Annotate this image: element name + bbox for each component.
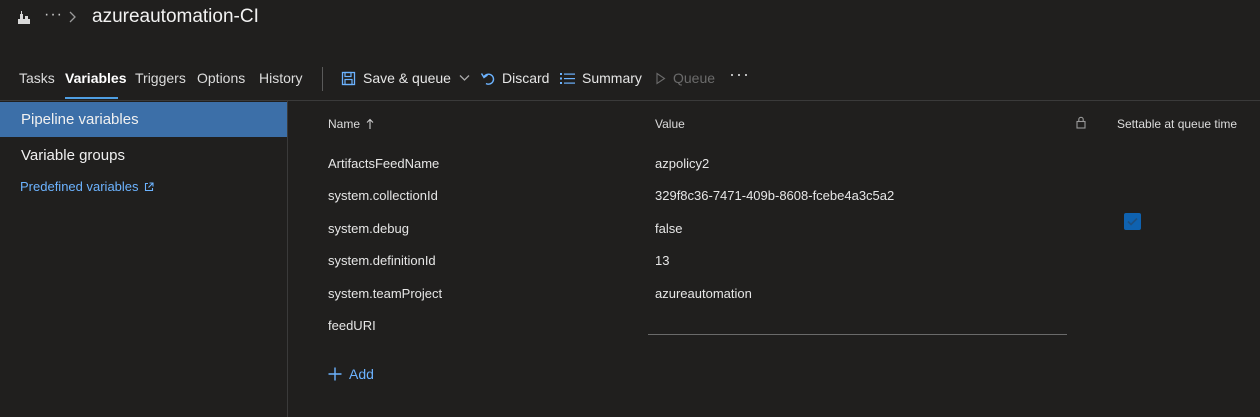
- tab-history[interactable]: History: [259, 70, 303, 86]
- breadcrumb-more-icon[interactable]: ···: [44, 6, 63, 24]
- header-bar: ··· azureautomation-CI: [0, 0, 1260, 40]
- sidebar-item-pipeline-variables[interactable]: Pipeline variables: [0, 102, 287, 137]
- settable-checkbox[interactable]: [1124, 213, 1141, 230]
- table-row[interactable]: ArtifactsFeedName azpolicy2: [288, 148, 1260, 180]
- save-queue-button[interactable]: Save & queue: [341, 70, 470, 86]
- add-label: Add: [349, 366, 374, 382]
- summary-label: Summary: [582, 70, 642, 86]
- variable-value[interactable]: azureautomation: [655, 286, 752, 301]
- column-header-name[interactable]: Name: [328, 117, 374, 131]
- chevron-right-icon: [68, 10, 78, 23]
- undo-icon: [480, 72, 495, 85]
- variable-name[interactable]: ArtifactsFeedName: [328, 156, 439, 171]
- add-variable-button[interactable]: Add: [328, 366, 374, 382]
- active-tab-indicator: [65, 97, 118, 99]
- discard-label: Discard: [502, 70, 550, 86]
- tab-triggers[interactable]: Triggers: [135, 70, 186, 86]
- pipeline-icon[interactable]: [16, 10, 32, 26]
- queue-label: Queue: [673, 70, 716, 86]
- sidebar-item-variable-groups[interactable]: Variable groups: [0, 138, 287, 173]
- save-queue-label: Save & queue: [363, 70, 451, 86]
- lock-icon: [1076, 116, 1086, 132]
- table-row[interactable]: system.collectionId 329f8c36-7471-409b-8…: [288, 180, 1260, 212]
- table-row[interactable]: feedURI: [288, 310, 1260, 342]
- variable-name[interactable]: feedURI: [328, 318, 376, 333]
- discard-button[interactable]: Discard: [480, 70, 549, 86]
- external-link-icon: [144, 181, 154, 191]
- summary-button[interactable]: Summary: [560, 70, 642, 86]
- predefined-variables-link[interactable]: Predefined variables: [20, 179, 154, 194]
- table-row[interactable]: system.debug false: [288, 213, 1260, 245]
- more-actions-icon[interactable]: ···: [729, 64, 750, 85]
- value-input-underline: [648, 334, 1067, 335]
- predefined-variables-label: Predefined variables: [20, 179, 139, 194]
- page-title: azureautomation-CI: [92, 6, 259, 27]
- chevron-down-icon[interactable]: [459, 74, 470, 82]
- variable-value[interactable]: false: [655, 221, 682, 236]
- tab-tasks[interactable]: Tasks: [19, 70, 55, 86]
- tab-options[interactable]: Options: [197, 70, 245, 86]
- checkmark-icon: [1127, 217, 1138, 226]
- variables-table: Name Value Settable at queue time Artifa…: [288, 101, 1260, 417]
- queue-button[interactable]: Queue: [655, 70, 715, 86]
- tab-variables[interactable]: Variables: [65, 70, 127, 86]
- tab-toolbar: Tasks Variables Triggers Options History…: [0, 58, 1260, 100]
- variable-name[interactable]: system.teamProject: [328, 286, 442, 301]
- plus-icon: [328, 367, 342, 381]
- toolbar-divider: [322, 67, 323, 91]
- variable-value[interactable]: azpolicy2: [655, 156, 709, 171]
- variable-name[interactable]: system.collectionId: [328, 188, 438, 203]
- sort-ascending-icon: [366, 118, 374, 129]
- play-icon: [656, 71, 666, 85]
- variable-value[interactable]: 13: [655, 253, 669, 268]
- column-header-settable[interactable]: Settable at queue time: [1117, 117, 1237, 131]
- column-header-value[interactable]: Value: [655, 117, 685, 131]
- save-icon: [341, 71, 356, 85]
- variable-name[interactable]: system.definitionId: [328, 253, 436, 268]
- table-row[interactable]: system.teamProject azureautomation: [288, 278, 1260, 310]
- variable-name[interactable]: system.debug: [328, 221, 409, 236]
- column-header-name-label: Name: [328, 117, 361, 131]
- table-row[interactable]: system.definitionId 13: [288, 245, 1260, 277]
- variables-sidebar: Pipeline variables Variable groups Prede…: [0, 101, 288, 417]
- list-icon: [560, 72, 575, 84]
- variable-value[interactable]: 329f8c36-7471-409b-8608-fcebe4a3c5a2: [655, 188, 894, 203]
